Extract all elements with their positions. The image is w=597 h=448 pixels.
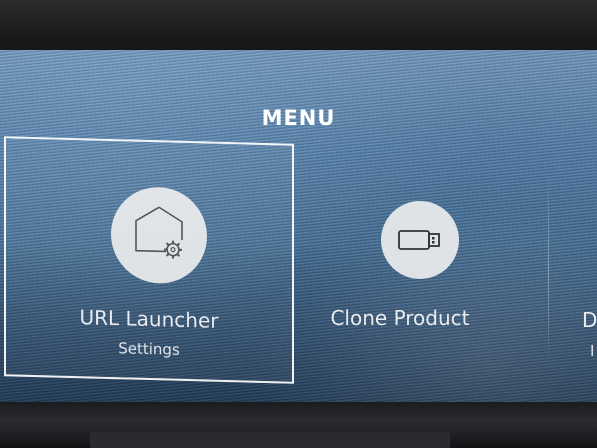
- menu-title: MENU: [261, 106, 336, 130]
- partial-tile-label: D: [582, 308, 597, 332]
- house-gear-icon: [135, 206, 183, 259]
- monitor-bezel: [0, 402, 597, 448]
- clone-product-label: Clone Product: [330, 306, 470, 330]
- url-launcher-label: URL Launcher: [79, 305, 219, 333]
- partial-tile-sublabel: I: [590, 342, 595, 360]
- menu-tile-url-launcher[interactable]: URL Launcher Settings: [4, 136, 294, 384]
- menu-tile-partial[interactable]: D I: [560, 146, 597, 376]
- photo-scene: MENU URL Launcher Settings Clone Product…: [0, 0, 597, 448]
- tv-screen: MENU URL Launcher Settings Clone Product…: [0, 50, 597, 402]
- tile-divider: [548, 170, 549, 370]
- url-launcher-sublabel: Settings: [118, 339, 180, 359]
- clone-product-icon-circle: [381, 201, 459, 279]
- url-launcher-icon-circle: [111, 186, 207, 285]
- menu-tile-clone-product[interactable]: Clone Product: [305, 146, 545, 376]
- usb-drive-icon: [398, 230, 440, 250]
